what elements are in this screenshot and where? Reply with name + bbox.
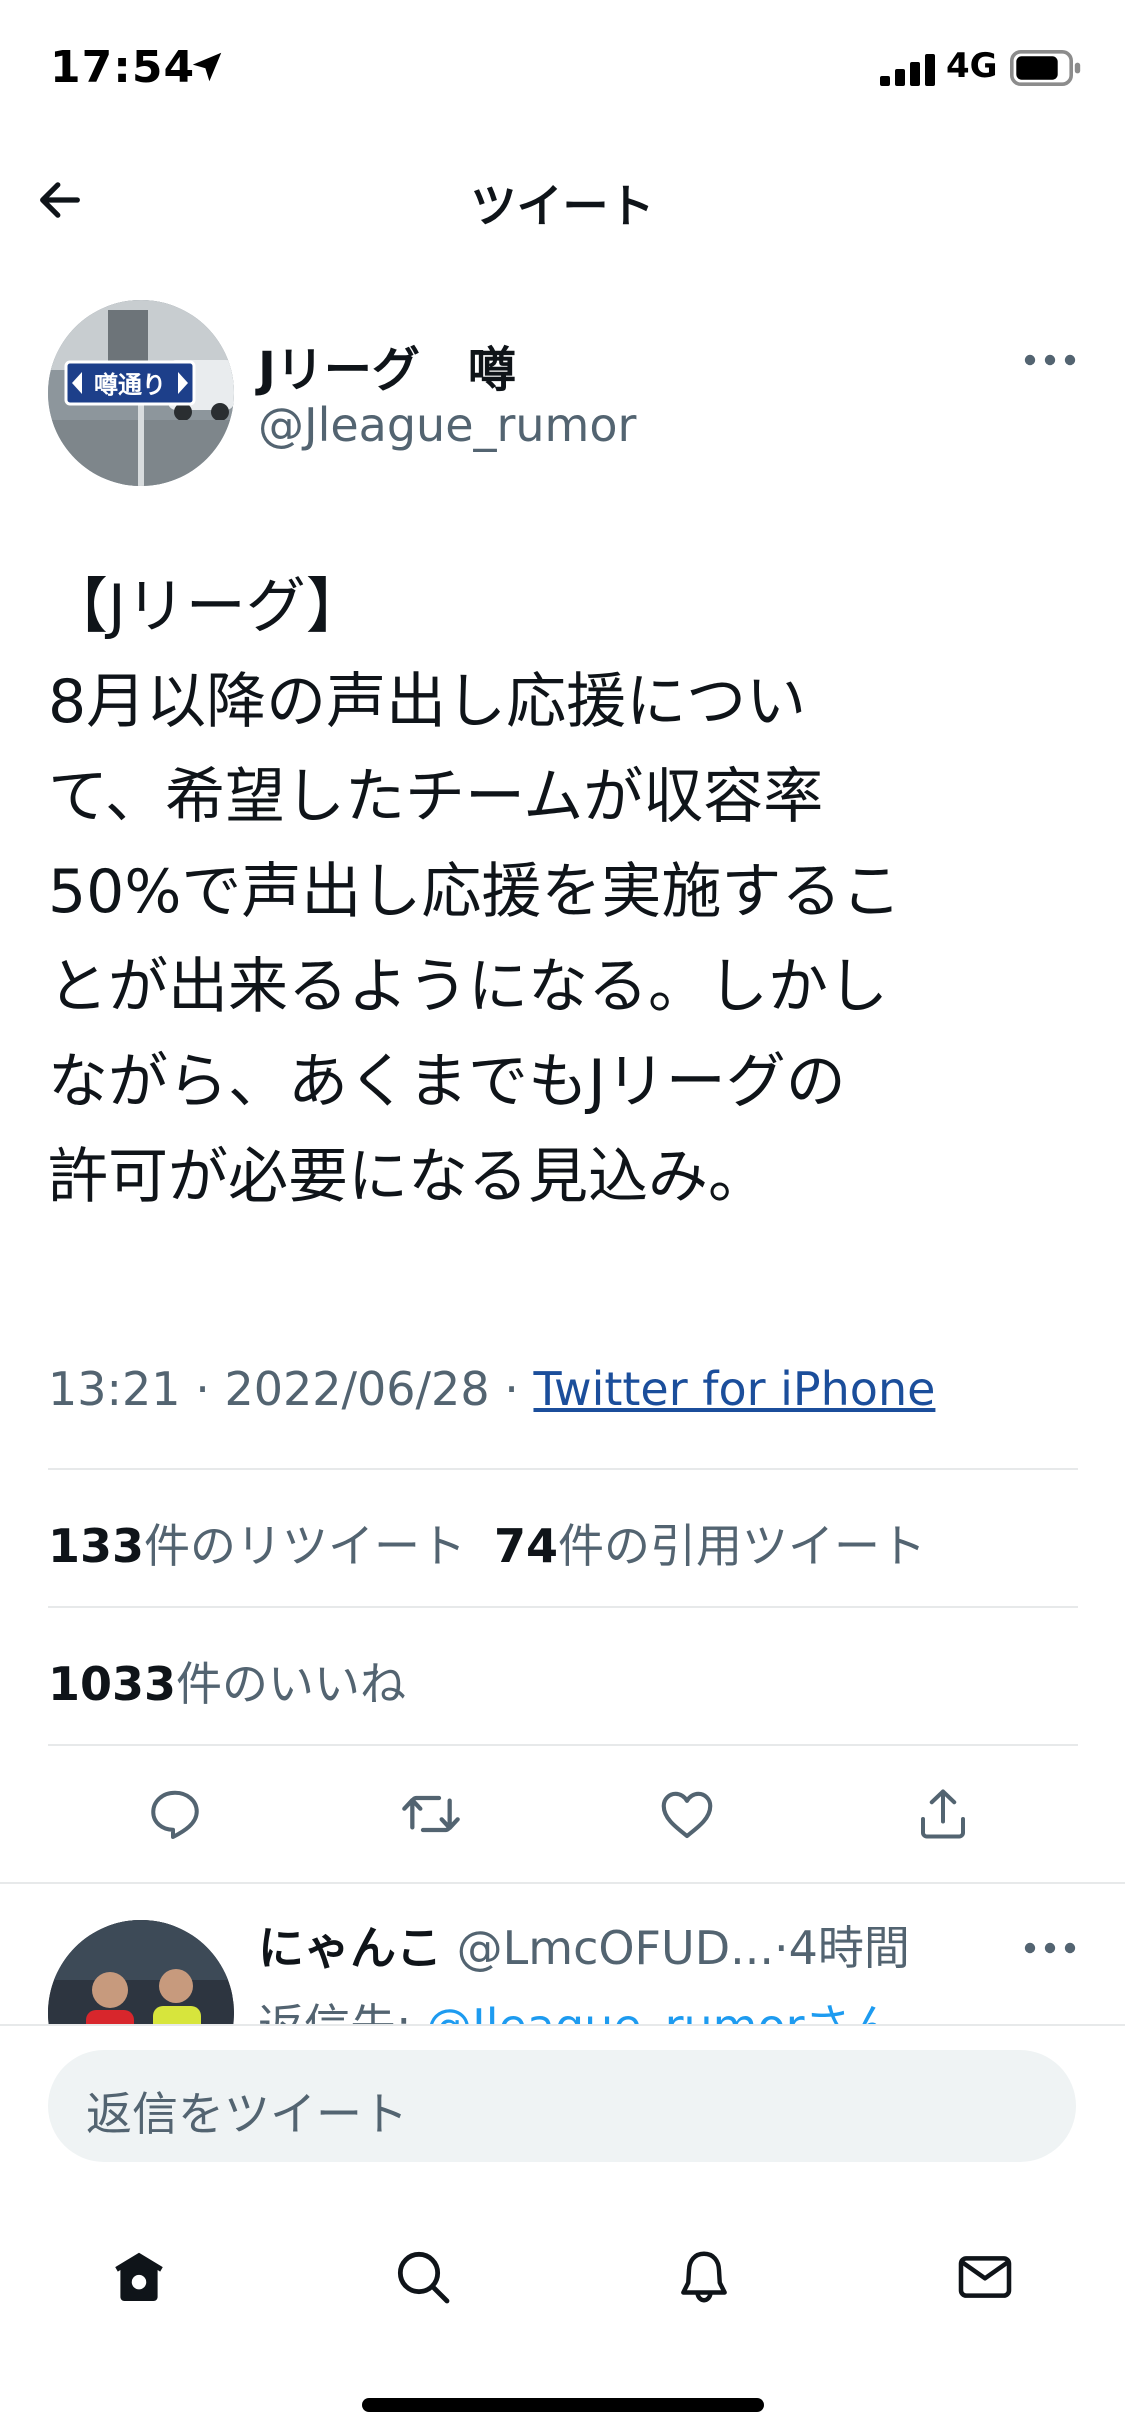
- meta-separator: ·: [504, 1362, 519, 1416]
- share-icon: [921, 1789, 965, 1839]
- home-indicator: [362, 2398, 764, 2412]
- likes-stats[interactable]: 1033件のいいね: [48, 1648, 406, 1714]
- reply-button[interactable]: [143, 1782, 207, 1846]
- reply-header: にゃんこ @LmcOFUD...·4時間: [258, 1912, 910, 1978]
- share-button[interactable]: [911, 1782, 975, 1846]
- retweet-button[interactable]: [399, 1782, 463, 1846]
- likes-count: 1033: [48, 1657, 177, 1711]
- bell-icon: [681, 2251, 727, 2303]
- svg-text:噂通り: 噂通り: [94, 371, 166, 399]
- retweets-count: 133: [48, 1519, 145, 1573]
- location-arrow-icon: [192, 52, 222, 82]
- tab-notifications[interactable]: [669, 2242, 739, 2312]
- tweet-text: 【Jリーグ】 8月以降の声出し応援につい て、希望したチームが収容率 50%で声…: [48, 572, 902, 1212]
- reply-time: 4時間: [788, 1921, 910, 1975]
- meta-separator: ·: [195, 1362, 210, 1416]
- divider: [48, 1606, 1078, 1608]
- top-nav: ツイート: [0, 150, 1125, 250]
- reply-time-separator: ·: [773, 1921, 789, 1975]
- tab-search[interactable]: [388, 2242, 458, 2312]
- author-avatar[interactable]: 噂通り: [48, 300, 234, 486]
- search-icon: [397, 2251, 450, 2304]
- tweet-meta: 13:21 · 2022/06/28 · Twitter for iPhone: [48, 1362, 935, 1416]
- reply-compose-input[interactable]: 返信をツイート: [48, 2050, 1076, 2162]
- tab-messages[interactable]: [950, 2242, 1020, 2312]
- retweets-label: 件のリツイート: [144, 1519, 467, 1573]
- status-bar: 17:54 4G: [0, 0, 1125, 140]
- page-title: ツイート: [470, 179, 655, 233]
- signal-icon: [880, 54, 935, 86]
- author-handle[interactable]: @Jleague_rumor: [258, 398, 636, 452]
- like-button[interactable]: [655, 1782, 719, 1846]
- quotes-link[interactable]: 74件の引用ツイート: [494, 1519, 926, 1573]
- retweet-icon: [402, 1795, 460, 1833]
- status-time: 17:54: [50, 42, 196, 93]
- divider: [0, 1882, 1125, 1884]
- divider: [48, 1468, 1078, 1470]
- quotes-label: 件の引用ツイート: [558, 1519, 927, 1573]
- home-icon: [115, 2252, 163, 2302]
- tweet-source-link[interactable]: Twitter for iPhone: [533, 1362, 935, 1416]
- heart-icon: [661, 1791, 713, 1839]
- retweets-link[interactable]: 133件のリツイート: [48, 1519, 466, 1573]
- tweet-time: 13:21: [48, 1362, 181, 1416]
- compose-placeholder: 返信をツイート: [86, 2087, 408, 2141]
- tab-home[interactable]: [104, 2242, 174, 2312]
- author-name[interactable]: Jリーグ 噂: [258, 330, 516, 400]
- street-sign-photo: 噂通り: [48, 300, 234, 486]
- battery-icon: [1010, 50, 1081, 86]
- reply-author-name[interactable]: にゃんこ: [258, 1921, 442, 1975]
- likes-label: 件のいいね: [176, 1657, 407, 1711]
- network-type: 4G: [946, 46, 998, 86]
- retweet-stats: 133件のリツイート 74件の引用ツイート: [48, 1510, 926, 1576]
- more-horizontal-icon[interactable]: [1020, 340, 1080, 380]
- bottom-bar: 返信をツイート: [0, 2024, 1125, 2436]
- reply-author-handle[interactable]: @LmcOFUD...: [457, 1921, 774, 1975]
- mail-icon: [958, 2256, 1012, 2298]
- quotes-count: 74: [494, 1519, 559, 1573]
- tweet-date: 2022/06/28: [224, 1362, 490, 1416]
- more-horizontal-icon[interactable]: [1020, 1928, 1080, 1968]
- divider: [48, 1744, 1078, 1746]
- reply-icon: [151, 1790, 199, 1839]
